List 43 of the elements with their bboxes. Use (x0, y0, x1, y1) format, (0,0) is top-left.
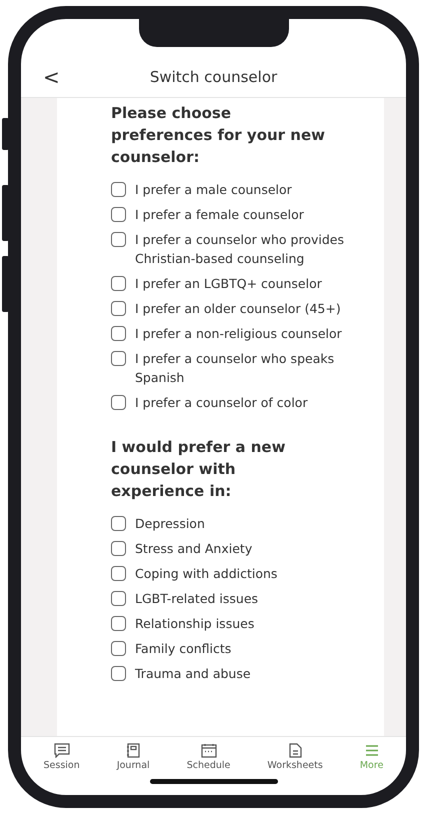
option-label: I prefer a counselor of color (135, 394, 308, 412)
document-icon (288, 743, 302, 758)
option-label: I prefer a counselor who speaks Spanish (135, 350, 336, 387)
checkbox[interactable] (111, 666, 126, 681)
tab[interactable]: Schedule (186, 743, 230, 771)
option-label: I prefer an LGBTQ+ counselor (135, 275, 322, 293)
option-label: I prefer an older counselor (45+) (135, 300, 341, 318)
checkbox[interactable] (111, 566, 126, 581)
menu-icon (364, 743, 379, 758)
notebook-icon (126, 743, 140, 758)
checkbox[interactable] (111, 616, 126, 631)
option-label: Depression (135, 515, 205, 533)
checkbox[interactable] (111, 232, 126, 247)
checkbox[interactable] (111, 516, 126, 531)
option-label: Stress and Anxiety (135, 540, 252, 558)
calendar-icon (200, 743, 217, 758)
section-heading: I would prefer a new counselor with experience in: (111, 437, 286, 502)
option-label: Family conflicts (135, 640, 232, 658)
checkbox[interactable] (111, 591, 126, 606)
option-label: I prefer a non-religious counselor (135, 325, 342, 343)
tab[interactable]: Journal (116, 743, 150, 771)
checkbox[interactable] (111, 326, 126, 341)
option-label: I prefer a counselor who provides Christian-based counseling (135, 231, 346, 268)
checkbox[interactable] (111, 395, 126, 410)
chat-icon (54, 743, 70, 758)
option-label: I prefer a male counselor (135, 181, 292, 199)
checkbox[interactable] (111, 182, 126, 197)
option-label: LGBT-related issues (135, 590, 258, 608)
checkbox[interactable] (111, 541, 126, 556)
checkbox[interactable] (111, 207, 126, 222)
option-label: Relationship issues (135, 615, 254, 633)
option-label: Coping with addictions (135, 565, 278, 583)
checkbox[interactable] (111, 276, 126, 291)
option-label: Trauma and abuse (135, 665, 251, 683)
checkbox[interactable] (111, 641, 126, 656)
back-button[interactable]: < (43, 67, 60, 87)
checkbox[interactable] (111, 351, 126, 366)
tab[interactable]: Worksheets (267, 743, 323, 771)
option-label: I prefer a female counselor (135, 206, 304, 224)
tab[interactable]: Session (44, 743, 80, 771)
screen-title: Switch counselor (150, 67, 278, 87)
section-heading: Please choose preferences for your new counselor: (111, 103, 326, 168)
checkbox[interactable] (111, 301, 126, 316)
